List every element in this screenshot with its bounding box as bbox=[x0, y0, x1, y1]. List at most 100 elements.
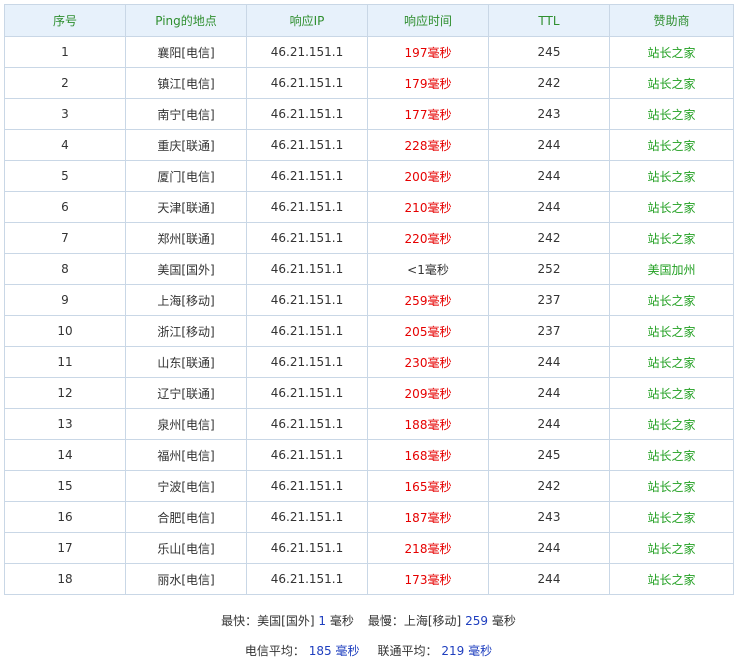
ttl-cell: 244 bbox=[488, 346, 610, 378]
location-cell: 浙江[移动] bbox=[125, 315, 247, 347]
sponsor-cell: 站长之家 bbox=[609, 532, 734, 564]
location-cell: 宁波[电信] bbox=[125, 470, 247, 502]
location-cell: 襄阳[电信] bbox=[125, 36, 247, 68]
location-cell: 合肥[电信] bbox=[125, 501, 247, 533]
table-row: 14 福州[电信] 46.21.151.1 168毫秒 245 站长之家 bbox=[4, 439, 734, 471]
response-time-cell: 200毫秒 bbox=[367, 160, 489, 192]
row-index-cell: 10 bbox=[4, 315, 126, 347]
sponsor-cell: 站长之家 bbox=[609, 67, 734, 99]
response-ip-cell: 46.21.151.1 bbox=[246, 191, 368, 223]
sponsor-cell: 站长之家 bbox=[609, 284, 734, 316]
row-index-cell: 17 bbox=[4, 532, 126, 564]
fastest-value: 1 bbox=[318, 614, 327, 628]
ttl-cell: 244 bbox=[488, 532, 610, 564]
location-cell: 厦门[电信] bbox=[125, 160, 247, 192]
response-ip-cell: 46.21.151.1 bbox=[246, 470, 368, 502]
ttl-cell: 245 bbox=[488, 439, 610, 471]
slowest-location: 上海[移动] bbox=[403, 614, 462, 628]
average-summary: 电信平均： 185 毫秒 联通平均： 219 毫秒 bbox=[0, 642, 737, 659]
row-index-cell: 4 bbox=[4, 129, 126, 161]
sponsor-cell: 站长之家 bbox=[609, 222, 734, 254]
table-row: 17 乐山[电信] 46.21.151.1 218毫秒 244 站长之家 bbox=[4, 532, 734, 564]
table-row: 16 合肥[电信] 46.21.151.1 187毫秒 243 站长之家 bbox=[4, 501, 734, 533]
location-cell: 辽宁[联通] bbox=[125, 377, 247, 409]
response-ip-cell: 46.21.151.1 bbox=[246, 222, 368, 254]
table-header-row: 序号 Ping的地点 响应IP 响应时间 TTL 赞助商 bbox=[4, 4, 734, 37]
slowest-value: 259 bbox=[465, 614, 488, 628]
ttl-cell: 244 bbox=[488, 408, 610, 440]
response-time-cell: 228毫秒 bbox=[367, 129, 489, 161]
location-cell: 泉州[电信] bbox=[125, 408, 247, 440]
ttl-cell: 244 bbox=[488, 191, 610, 223]
row-index-cell: 14 bbox=[4, 439, 126, 471]
response-time-cell: 188毫秒 bbox=[367, 408, 489, 440]
table-row: 7 郑州[联通] 46.21.151.1 220毫秒 242 站长之家 bbox=[4, 222, 734, 254]
response-ip-cell: 46.21.151.1 bbox=[246, 346, 368, 378]
response-ip-cell: 46.21.151.1 bbox=[246, 129, 368, 161]
header-response-time: 响应时间 bbox=[367, 4, 489, 37]
table-row: 15 宁波[电信] 46.21.151.1 165毫秒 242 站长之家 bbox=[4, 470, 734, 502]
location-cell: 乐山[电信] bbox=[125, 532, 247, 564]
response-ip-cell: 46.21.151.1 bbox=[246, 36, 368, 68]
response-ip-cell: 46.21.151.1 bbox=[246, 563, 368, 595]
sponsor-cell: 站长之家 bbox=[609, 315, 734, 347]
ttl-cell: 243 bbox=[488, 501, 610, 533]
header-ttl: TTL bbox=[488, 4, 610, 37]
fastest-slowest-summary: 最快：美国[国外] 1 毫秒 最慢：上海[移动] 259 毫秒 bbox=[0, 612, 737, 629]
unicom-average-value: 219 毫秒 bbox=[441, 644, 493, 658]
response-time-cell: <1毫秒 bbox=[367, 253, 489, 285]
slowest-unit: 毫秒 bbox=[491, 614, 516, 628]
table-row: 10 浙江[移动] 46.21.151.1 205毫秒 237 站长之家 bbox=[4, 315, 734, 347]
sponsor-cell: 站长之家 bbox=[609, 160, 734, 192]
row-index-cell: 11 bbox=[4, 346, 126, 378]
response-time-cell: 173毫秒 bbox=[367, 563, 489, 595]
response-time-cell: 209毫秒 bbox=[367, 377, 489, 409]
table-row: 12 辽宁[联通] 46.21.151.1 209毫秒 244 站长之家 bbox=[4, 377, 734, 409]
location-cell: 上海[移动] bbox=[125, 284, 247, 316]
row-index-cell: 15 bbox=[4, 470, 126, 502]
sponsor-cell: 站长之家 bbox=[609, 408, 734, 440]
ttl-cell: 252 bbox=[488, 253, 610, 285]
row-index-cell: 6 bbox=[4, 191, 126, 223]
response-ip-cell: 46.21.151.1 bbox=[246, 439, 368, 471]
location-cell: 丽水[电信] bbox=[125, 563, 247, 595]
ttl-cell: 243 bbox=[488, 98, 610, 130]
sponsor-cell: 站长之家 bbox=[609, 439, 734, 471]
response-time-cell: 218毫秒 bbox=[367, 532, 489, 564]
sponsor-cell: 站长之家 bbox=[609, 129, 734, 161]
location-cell: 郑州[联通] bbox=[125, 222, 247, 254]
response-ip-cell: 46.21.151.1 bbox=[246, 253, 368, 285]
table-row: 5 厦门[电信] 46.21.151.1 200毫秒 244 站长之家 bbox=[4, 160, 734, 192]
location-cell: 南宁[电信] bbox=[125, 98, 247, 130]
response-ip-cell: 46.21.151.1 bbox=[246, 532, 368, 564]
row-index-cell: 5 bbox=[4, 160, 126, 192]
response-ip-cell: 46.21.151.1 bbox=[246, 98, 368, 130]
response-time-cell: 187毫秒 bbox=[367, 501, 489, 533]
response-ip-cell: 46.21.151.1 bbox=[246, 377, 368, 409]
response-time-cell: 165毫秒 bbox=[367, 470, 489, 502]
telecom-average-value: 185 毫秒 bbox=[308, 644, 360, 658]
header-index: 序号 bbox=[4, 4, 126, 37]
sponsor-cell: 站长之家 bbox=[609, 191, 734, 223]
table-row: 6 天津[联通] 46.21.151.1 210毫秒 244 站长之家 bbox=[4, 191, 734, 223]
ttl-cell: 242 bbox=[488, 222, 610, 254]
row-index-cell: 1 bbox=[4, 36, 126, 68]
location-cell: 天津[联通] bbox=[125, 191, 247, 223]
response-time-cell: 259毫秒 bbox=[367, 284, 489, 316]
ttl-cell: 244 bbox=[488, 160, 610, 192]
telecom-average-label: 电信平均： bbox=[244, 644, 305, 658]
response-ip-cell: 46.21.151.1 bbox=[246, 408, 368, 440]
header-sponsor: 赞助商 bbox=[609, 4, 734, 37]
location-cell: 美国[国外] bbox=[125, 253, 247, 285]
header-location: Ping的地点 bbox=[125, 4, 247, 37]
row-index-cell: 3 bbox=[4, 98, 126, 130]
row-index-cell: 18 bbox=[4, 563, 126, 595]
response-ip-cell: 46.21.151.1 bbox=[246, 160, 368, 192]
row-index-cell: 16 bbox=[4, 501, 126, 533]
location-cell: 福州[电信] bbox=[125, 439, 247, 471]
unicom-average-label: 联通平均： bbox=[377, 644, 438, 658]
sponsor-cell: 站长之家 bbox=[609, 36, 734, 68]
response-time-cell: 210毫秒 bbox=[367, 191, 489, 223]
sponsor-cell: 站长之家 bbox=[609, 563, 734, 595]
table-row: 1 襄阳[电信] 46.21.151.1 197毫秒 245 站长之家 bbox=[4, 36, 734, 68]
